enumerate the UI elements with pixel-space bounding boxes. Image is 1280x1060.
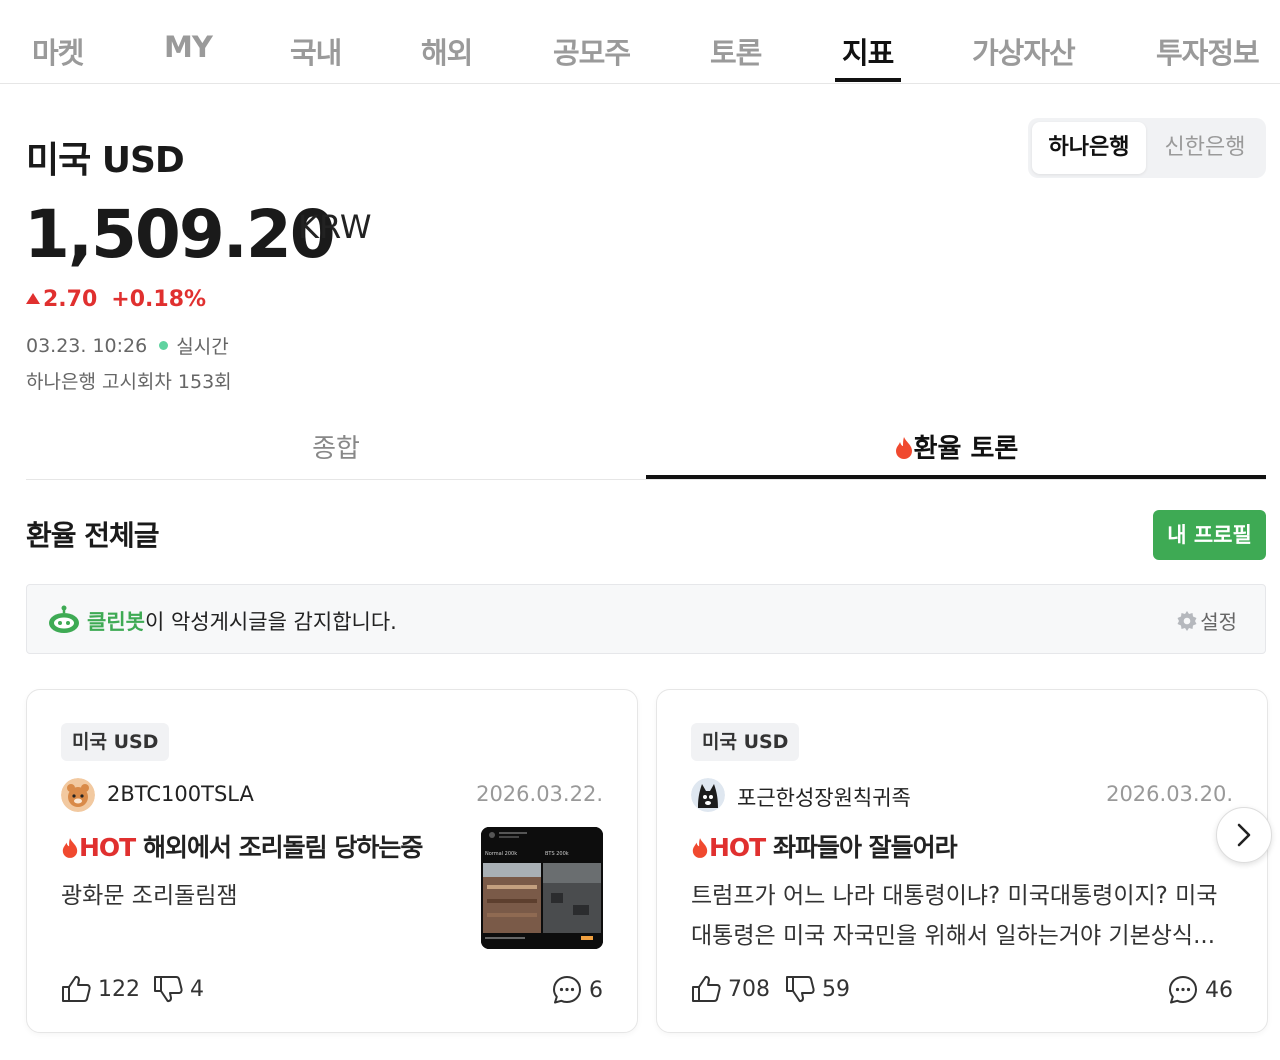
- subtab-overview[interactable]: 종합: [26, 428, 646, 465]
- like-count: 708: [728, 976, 770, 1002]
- cleanbot-message: 클린봇이 악성게시글을 감지합니다.: [87, 606, 397, 636]
- chevron-right-icon: [1237, 823, 1251, 847]
- comment-count: 46: [1205, 977, 1233, 1003]
- change-amount: 2.70: [43, 287, 98, 312]
- top-navigation: 마켓 MY 국내 해외 공모주 토론 지표 가상자산 투자정보: [0, 0, 1280, 84]
- dislike-button[interactable]: 59: [785, 975, 850, 1003]
- post-title[interactable]: HOT 해외에서 조리돌림 당하는중: [61, 828, 423, 864]
- rate-change: 2.70 +0.18%: [26, 287, 206, 312]
- post-date: 2026.03.22.: [476, 782, 603, 806]
- hot-badge: HOT: [79, 833, 136, 862]
- nav-tab-market[interactable]: 마켓: [32, 30, 84, 72]
- notice-round: 하나은행 고시회차 153회: [26, 371, 232, 393]
- post-body[interactable]: 트럼프가 어느 나라 대통령이냐? 미국대통령이지? 미국대통령은 미국 자국민…: [691, 876, 1231, 956]
- nav-tab-discussion[interactable]: 토론: [710, 30, 762, 72]
- sub-tabs: 종합 환율 토론: [26, 420, 1266, 480]
- bank-option-hana[interactable]: 하나은행: [1032, 122, 1146, 174]
- cleanbot-settings-button[interactable]: 설정: [1177, 606, 1237, 635]
- subtab-fx-discussion[interactable]: 환율 토론: [646, 428, 1266, 465]
- like-count: 122: [98, 976, 140, 1002]
- active-tab-indicator: [835, 78, 901, 82]
- like-button[interactable]: 122: [61, 975, 140, 1003]
- dislike-button[interactable]: 4: [153, 975, 204, 1003]
- post-body[interactable]: 광화문 조리돌림잼: [61, 876, 461, 916]
- nav-tab-ipo[interactable]: 공모주: [553, 30, 631, 72]
- cleanbot-text: 이 악성게시글을 감지합니다.: [144, 610, 397, 634]
- subtab-fx-discussion-label: 환율 토론: [913, 434, 1019, 464]
- post-thumbnail[interactable]: Normal 200k BTS 200k: [481, 827, 603, 949]
- page-title: 미국 USD: [26, 140, 185, 181]
- up-arrow-icon: [26, 293, 40, 304]
- cleanbot-name: 클린봇: [87, 610, 145, 634]
- nav-tab-crypto[interactable]: 가상자산: [972, 30, 1076, 72]
- change-percent: +0.18%: [111, 287, 207, 312]
- post-date: 2026.03.20.: [1106, 782, 1233, 806]
- nav-tab-indicators[interactable]: 지표: [842, 30, 894, 72]
- post-footer: 122 4 6: [61, 975, 603, 1007]
- comment-button[interactable]: 46: [1168, 975, 1233, 1005]
- live-label: 실시간: [176, 336, 229, 358]
- post-tag[interactable]: 미국 USD: [61, 723, 170, 761]
- comment-icon: [1169, 976, 1197, 1004]
- avatar[interactable]: [61, 778, 95, 812]
- fire-icon: [62, 838, 78, 858]
- thumb-label-left: Normal 200k: [485, 851, 517, 857]
- nav-tab-overseas[interactable]: 해외: [421, 30, 473, 72]
- comment-count: 6: [589, 977, 603, 1003]
- carousel-next-button[interactable]: [1216, 807, 1272, 863]
- gear-icon: [1177, 610, 1197, 631]
- post-footer: 708 59 46: [691, 975, 1233, 1007]
- hot-badge: HOT: [709, 833, 766, 862]
- fire-icon: [895, 437, 912, 459]
- subtab-overview-label: 종합: [312, 434, 360, 464]
- avatar[interactable]: [691, 778, 725, 812]
- cleanbot-banner: 클린봇이 악성게시글을 감지합니다. 설정: [26, 584, 1266, 654]
- update-time: 03.23. 10:26 실시간: [26, 332, 229, 359]
- post-tag[interactable]: 미국 USD: [691, 723, 800, 761]
- like-button[interactable]: 708: [691, 975, 770, 1003]
- post-title[interactable]: HOT 좌파들아 잘들어라: [691, 828, 958, 864]
- active-subtab-indicator: [646, 475, 1266, 479]
- nav-tab-my[interactable]: MY: [164, 30, 213, 64]
- post-author[interactable]: 2BTC100TSLA: [107, 782, 254, 806]
- thumbs-up-icon: [692, 975, 721, 1002]
- post-title-text: 좌파들아 잘들어라: [772, 833, 958, 862]
- board-title: 환율 전체글: [26, 519, 160, 552]
- cleanbot-icon: [49, 605, 79, 633]
- dislike-count: 59: [822, 976, 850, 1002]
- thumb-label-right: BTS 200k: [545, 851, 569, 857]
- live-dot-icon: [159, 341, 169, 350]
- thumbs-down-icon: [154, 976, 183, 1003]
- nav-tab-domestic[interactable]: 국내: [290, 30, 342, 72]
- my-profile-button[interactable]: 내 프로필: [1153, 510, 1266, 560]
- exchange-rate-value: 1,509.20: [24, 196, 336, 273]
- post-title-text: 해외에서 조리돌림 당하는중: [142, 833, 423, 862]
- settings-label: 설정: [1200, 610, 1237, 634]
- comment-button[interactable]: 6: [552, 975, 603, 1005]
- comment-icon: [553, 976, 581, 1004]
- thumbs-up-icon: [62, 975, 91, 1002]
- bank-toggle: 하나은행 신한은행: [1028, 118, 1266, 178]
- timestamp: 03.23. 10:26: [26, 334, 148, 357]
- bank-option-shinhan[interactable]: 신한은행: [1148, 122, 1262, 174]
- post-author[interactable]: 포근한성장원칙귀족: [737, 782, 911, 812]
- post-card[interactable]: 미국 USD 2BTC100TSLA 2026.03.22. HOT 해외에서 …: [26, 689, 638, 1033]
- dislike-count: 4: [190, 976, 204, 1002]
- currency-unit: KRW: [298, 208, 372, 246]
- nav-tab-invest-info[interactable]: 투자정보: [1156, 30, 1260, 72]
- post-card[interactable]: 미국 USD 포근한성장원칙귀족 2026.03.20. HOT 좌파들아 잘들…: [656, 689, 1268, 1033]
- thumbs-down-icon: [786, 976, 815, 1003]
- fire-icon: [692, 838, 708, 858]
